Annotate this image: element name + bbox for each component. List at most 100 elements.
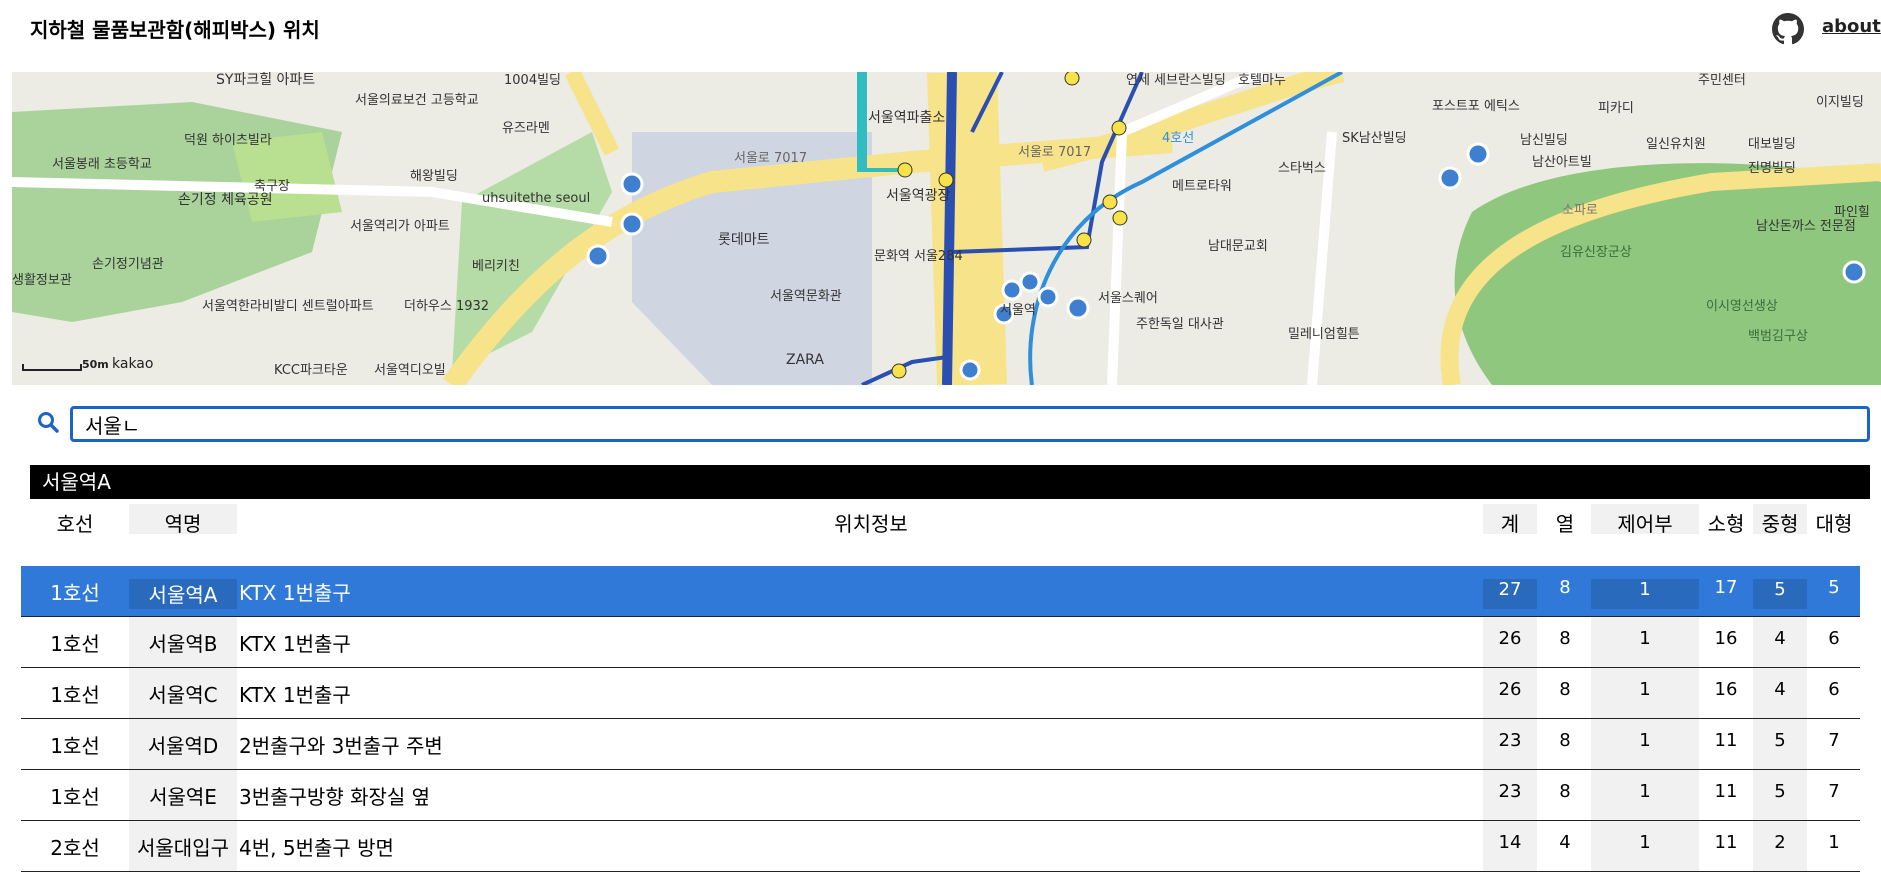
map-label: 서울로 7017 [734, 151, 808, 166]
map-label: 서울역한라비발디 센트럴아파트 [202, 299, 374, 314]
cell-large: 7 [1828, 781, 1840, 802]
map-label: 서울역리가 아파트 [350, 219, 450, 234]
map-label: 주한독일 대사관 [1136, 317, 1224, 332]
map-label: 유즈라멘 [502, 121, 550, 136]
map-label: 생활정보관 [12, 273, 72, 288]
map-label: 주민센터 [1698, 73, 1746, 88]
map-label: 4호선 [1162, 131, 1195, 146]
table-row[interactable]: 1호선 서울역D 2번출구와 3번출구 주변 23 8 1 11 5 7 [21, 719, 1860, 770]
selected-station-bar: 서울역A [30, 465, 1870, 499]
cell-line: 2호선 [50, 836, 100, 860]
map-label: 문화역 서울284 [874, 249, 963, 264]
map-label: 서울스퀘어 [1098, 291, 1158, 306]
map-label: SK남산빌딩 [1342, 131, 1407, 146]
cell-location: 4번, 5번출구 방면 [239, 836, 394, 860]
map-label: 연세 세브란스빌딩 [1126, 73, 1226, 88]
cell-control: 1 [1591, 770, 1699, 820]
cell-line: 1호선 [50, 581, 100, 605]
map-label: 파인힐 [1834, 205, 1870, 220]
cell-line: 1호선 [50, 734, 100, 758]
cell-columns: 8 [1559, 679, 1571, 700]
map-label: 대보빌딩 [1748, 137, 1796, 152]
cell-columns: 8 [1559, 730, 1571, 751]
search-icon [38, 412, 59, 433]
cell-total: 26 [1483, 668, 1537, 718]
cell-columns: 8 [1559, 781, 1571, 802]
cell-name: 서울역E [129, 770, 237, 820]
cell-small: 16 [1714, 628, 1738, 649]
map-label: 손기정 체육공원 [178, 192, 273, 208]
map-view[interactable]: SY파크힐 아파트 1004빌딩 서울의료보건 고등학교 유즈라멘 덕원 하이츠… [12, 72, 1881, 385]
header-control[interactable]: 제어부 [1591, 504, 1699, 536]
header-large[interactable]: 대형 [1807, 504, 1861, 566]
table-row[interactable]: 1호선 서울역A KTX 1번출구 27 8 1 17 5 5 [21, 566, 1860, 617]
github-icon[interactable] [1772, 13, 1804, 45]
map-label: 해왕빌딩 [410, 169, 458, 184]
cell-control: 1 [1591, 668, 1699, 718]
map-label: 밀레니엄힐튼 [1288, 327, 1360, 342]
header-medium[interactable]: 중형 [1753, 504, 1807, 536]
table-row[interactable]: 1호선 서울역C KTX 1번출구 26 8 1 16 4 6 [21, 668, 1860, 719]
cell-medium: 2 [1753, 821, 1807, 871]
map-label: 서울역광장 [886, 188, 951, 204]
cell-total: 23 [1483, 770, 1537, 820]
header-small[interactable]: 소형 [1699, 504, 1753, 566]
header-line[interactable]: 호선 [21, 504, 129, 566]
cell-medium: 4 [1753, 617, 1807, 667]
map-provider-logo: kakao [112, 356, 154, 372]
cell-name: 서울역C [129, 668, 237, 718]
cell-control: 1 [1591, 821, 1699, 871]
map-label: 손기정기념관 [92, 257, 164, 272]
cell-name: 서울역B [129, 617, 237, 667]
cell-control: 1 [1591, 617, 1699, 667]
map-label: 메트로타워 [1172, 179, 1232, 194]
cell-large: 1 [1828, 832, 1840, 853]
map-label: 서울봉래 초등학교 [52, 157, 152, 172]
cell-name: 서울대입구 [129, 821, 237, 871]
cell-location: 2번출구와 3번출구 주변 [239, 734, 443, 758]
map-label: 서울역디오빌 [374, 363, 446, 378]
map-label: 서울역파출소 [868, 110, 946, 126]
map-label: 덕원 하이츠빌라 [184, 133, 272, 148]
cell-small: 16 [1714, 679, 1738, 700]
table-row[interactable]: 2호선 서울대입구 4번, 5번출구 방면 14 4 1 11 2 1 [21, 821, 1860, 872]
cell-total: 27 [1483, 579, 1537, 609]
table-row[interactable]: 1호선 서울역E 3번출구방향 화장실 옆 23 8 1 11 5 7 [21, 770, 1860, 821]
cell-small: 11 [1714, 781, 1738, 802]
cell-large: 6 [1828, 679, 1840, 700]
search-input[interactable] [70, 406, 1870, 442]
cell-total: 26 [1483, 617, 1537, 667]
cell-small: 11 [1714, 730, 1738, 751]
locker-table: 호선 역명 위치정보 계 열 제어부 소형 중형 대형 1호선 서울역A KTX… [21, 504, 1860, 872]
table-row[interactable]: 1호선 서울역B KTX 1번출구 26 8 1 16 4 6 [21, 617, 1860, 668]
map-label: 서울역문화관 [770, 289, 842, 304]
about-link[interactable]: about [1822, 16, 1881, 37]
header-name[interactable]: 역명 [129, 504, 237, 536]
map-label: 1004빌딩 [504, 73, 562, 88]
page-title: 지하철 물품보관함(해피박스) 위치 [30, 18, 320, 42]
map-canvas [12, 72, 1881, 385]
cell-columns: 8 [1559, 577, 1571, 598]
header-location[interactable]: 위치정보 [237, 504, 1503, 566]
cell-large: 7 [1828, 730, 1840, 751]
cell-total: 23 [1483, 719, 1537, 769]
cell-location: KTX 1번출구 [239, 632, 351, 656]
cell-large: 6 [1828, 628, 1840, 649]
map-label: 롯데마트 [718, 232, 770, 248]
header-total[interactable]: 계 [1483, 504, 1537, 536]
cell-line: 1호선 [50, 632, 100, 656]
cell-location: 3번출구방향 화장실 옆 [239, 785, 431, 809]
cell-medium: 4 [1753, 668, 1807, 718]
map-label: ZARA [786, 352, 824, 368]
map-label: 백범김구상 [1748, 329, 1808, 344]
table-header: 호선 역명 위치정보 계 열 제어부 소형 중형 대형 [21, 504, 1860, 566]
header-columns[interactable]: 열 [1537, 504, 1593, 566]
cell-medium: 5 [1753, 719, 1807, 769]
map-label: 스타벅스 [1278, 161, 1326, 176]
page-header: 지하철 물품보관함(해피박스) 위치 about [0, 0, 1881, 72]
map-label: 포스트포 에틱스 [1432, 99, 1520, 114]
cell-medium: 5 [1753, 579, 1807, 609]
cell-columns: 8 [1559, 628, 1571, 649]
cell-columns: 4 [1559, 832, 1571, 853]
map-label: 소파로 [1562, 203, 1598, 218]
